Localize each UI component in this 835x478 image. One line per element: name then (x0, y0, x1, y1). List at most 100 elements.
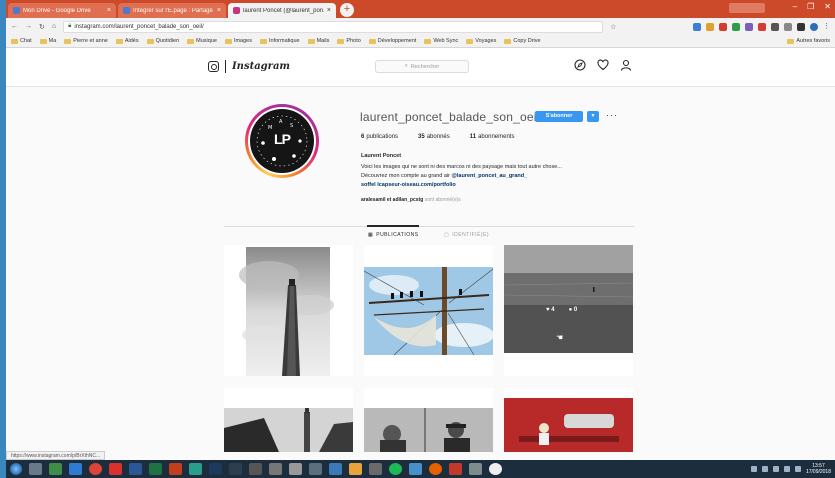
extension-icon[interactable] (784, 22, 792, 31)
address-bar[interactable]: 🔒︎ instagram.com/laurent_poncet_balade_s… (63, 20, 604, 33)
taskbar-ie-icon[interactable] (69, 463, 82, 475)
taskbar-app-icon[interactable] (269, 463, 282, 475)
instagram-logo[interactable]: Instagram (208, 60, 290, 73)
taskbar-dropbox-icon[interactable] (329, 463, 342, 475)
chrome-menu-icon[interactable]: ⋮ (823, 23, 830, 31)
new-tab-button[interactable]: + (340, 3, 354, 17)
taskbar-app-icon[interactable] (249, 463, 262, 475)
taskbar-chrome-icon[interactable] (89, 463, 102, 475)
tray-icon[interactable] (772, 466, 779, 472)
bookmark-item[interactable]: Voyages (466, 38, 496, 44)
taskbar-filezilla-icon[interactable] (109, 463, 122, 475)
back-icon[interactable]: ← (11, 23, 18, 30)
bio-mention-link[interactable]: @laurent_poncet_au_grand_ (452, 173, 528, 179)
bookmarks-bar: Chat Ma Pierre et anne Aidés Quotidien M… (6, 35, 835, 48)
bookmark-item[interactable]: Chat (11, 38, 32, 44)
bookmark-item[interactable]: Aidés (115, 38, 139, 44)
taskbar-camera-icon[interactable] (289, 463, 302, 475)
browser-tab-instagram[interactable]: laurent Poncet (@laurent_pon... × (228, 3, 336, 18)
more-options-icon[interactable]: ··· (606, 110, 618, 120)
browser-profile-button[interactable] (729, 3, 765, 13)
followed-by[interactable]: aralesamil et adilan_pcstg sont abonné(e… (361, 197, 461, 203)
taskbar-app-icon[interactable] (489, 463, 502, 475)
extension-icon[interactable] (797, 22, 805, 31)
tray-icon[interactable] (761, 466, 768, 472)
active-tab-indicator (367, 225, 419, 227)
search-input[interactable]: ⌕ Rechercher (375, 60, 469, 73)
explore-compass-icon[interactable] (574, 59, 586, 71)
home-icon[interactable]: ⌂ (52, 23, 56, 30)
taskbar-word-icon[interactable] (129, 463, 142, 475)
bookmark-item[interactable]: Développement (368, 38, 416, 44)
bookmark-item[interactable]: Photo (337, 38, 361, 44)
extension-icon[interactable] (693, 22, 701, 31)
bookmark-item[interactable]: Pierre et anne (64, 38, 108, 44)
bookmark-item[interactable]: Ma (39, 38, 56, 44)
bio-website-link[interactable]: soffel lcapseur-oiseau.com/portfolio (361, 182, 456, 188)
taskbar-powerpoint-icon[interactable] (169, 463, 182, 475)
post-thumbnail[interactable] (224, 388, 353, 452)
suggestions-dropdown-button[interactable]: ▾ (587, 111, 599, 122)
tray-icon[interactable] (750, 466, 757, 472)
taskbar-vlc-icon[interactable] (349, 463, 362, 475)
following-stat[interactable]: 11 abonnements (470, 134, 515, 140)
extension-icon[interactable] (771, 22, 779, 31)
bookmark-item[interactable]: Quotidien (146, 38, 179, 44)
bookmark-item[interactable]: Copy Drive (504, 38, 541, 44)
taskbar-app-icon[interactable] (469, 463, 482, 475)
browser-tab-drive[interactable]: Mon Drive - Google Drive × (8, 3, 116, 18)
volume-icon[interactable] (794, 466, 801, 472)
taskbar-spotify-icon[interactable] (389, 463, 402, 475)
taskbar-explorer-icon[interactable] (29, 463, 42, 475)
reload-icon[interactable]: ↻ (39, 23, 45, 31)
extension-icon[interactable] (706, 22, 714, 31)
extension-icon[interactable] (758, 22, 766, 31)
close-icon[interactable]: × (327, 7, 331, 14)
post-thumbnail[interactable] (224, 245, 353, 376)
maximize-icon[interactable]: ❐ (807, 2, 814, 11)
taskbar-lightroom-icon[interactable] (229, 463, 242, 475)
bookmark-item[interactable]: Mails (307, 38, 329, 44)
start-button-icon[interactable] (10, 463, 22, 475)
tab-publications[interactable]: ▦ PUBLICATIONS (368, 232, 419, 238)
profile-user-icon[interactable] (620, 59, 632, 71)
browser-tab-integrer[interactable]: Intégrer sur l'E.page : Partagé × (118, 3, 226, 18)
other-bookmarks[interactable]: Autres favoris (787, 38, 830, 44)
extension-icon[interactable] (732, 22, 740, 31)
extension-icon[interactable] (719, 22, 727, 31)
extension-icon[interactable] (745, 22, 753, 31)
window-close-icon[interactable]: ✕ (824, 2, 831, 11)
taskbar-app-icon[interactable] (49, 463, 62, 475)
post-thumbnail-hovered[interactable]: ♥ 4 ● 0 ☚ (504, 245, 633, 376)
taskbar-firefox-icon[interactable] (429, 463, 442, 475)
forward-icon[interactable]: → (25, 23, 32, 30)
minimize-icon[interactable]: – (793, 2, 797, 11)
bookmark-item[interactable]: Informatique (259, 38, 300, 44)
folder-icon (368, 38, 376, 44)
taskbar-clock[interactable]: 13:57 17/09/2018 (806, 463, 831, 475)
bookmark-item[interactable]: Musique (187, 38, 217, 44)
taskbar-app-icon[interactable] (449, 463, 462, 475)
followers-stat[interactable]: 35 abonnés (418, 134, 450, 140)
avatar[interactable]: M A S LP (245, 104, 319, 178)
post-thumbnail[interactable] (364, 388, 493, 452)
activity-heart-icon[interactable] (597, 59, 609, 71)
close-icon[interactable]: × (217, 7, 221, 14)
post-thumbnail[interactable] (504, 388, 633, 452)
taskbar-app-icon[interactable] (189, 463, 202, 475)
post-thumbnail[interactable] (364, 245, 493, 376)
taskbar-app-icon[interactable] (309, 463, 322, 475)
bookmark-item[interactable]: Web Sync (424, 38, 458, 44)
bookmark-item[interactable]: Images (224, 38, 252, 44)
profile-bio: Voici les images qui ne sont ni des marc… (361, 163, 631, 190)
bookmark-star-icon[interactable]: ☆ (610, 23, 616, 31)
taskbar-photoshop-icon[interactable] (209, 463, 222, 475)
taskbar-app-icon[interactable] (409, 463, 422, 475)
close-icon[interactable]: × (107, 7, 111, 14)
network-icon[interactable] (783, 466, 790, 472)
user-profile-icon[interactable] (810, 22, 818, 31)
follow-button[interactable]: S'abonner (535, 111, 583, 122)
tab-tagged[interactable]: ▢ IDENTIFIÉ(E) (444, 232, 489, 238)
taskbar-app-icon[interactable] (369, 463, 382, 475)
taskbar-excel-icon[interactable] (149, 463, 162, 475)
